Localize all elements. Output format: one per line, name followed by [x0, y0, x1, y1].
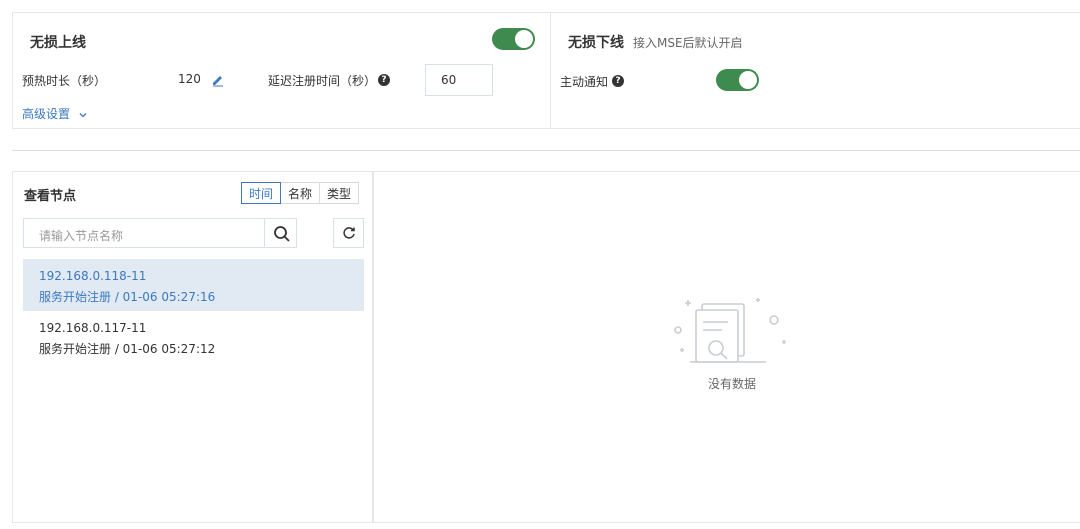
chevron-down-icon — [79, 112, 87, 117]
notify-toggle[interactable] — [716, 69, 759, 91]
graceful-online-toggle[interactable] — [492, 28, 535, 50]
refresh-button[interactable] — [333, 218, 364, 248]
search-button[interactable] — [264, 218, 297, 248]
advanced-settings-link[interactable]: 高级设置 — [22, 105, 88, 122]
node-ip: 192.168.0.118-11 — [39, 269, 147, 283]
search-placeholder: 请输入节点名称 — [39, 229, 124, 243]
warmup-value: 120 — [178, 72, 201, 86]
node-ip: 192.168.0.117-11 — [39, 321, 147, 335]
sort-tabs: 时间 名称 类型 — [241, 182, 360, 204]
empty-state-text: 没有数据 — [708, 377, 757, 391]
graceful-online-panel: 无损上线 预热时长（秒） 120 延迟注册时间（秒） ? 60 高级设置 — [12, 12, 550, 129]
node-detail-panel: 没有数据 — [373, 171, 1080, 523]
graceful-offline-title: 无损下线 — [568, 35, 624, 51]
help-icon[interactable]: ? — [612, 75, 624, 87]
list-item[interactable]: 192.168.0.118-11 服务开始注册 / 01-06 05:27:16 — [23, 259, 364, 311]
graceful-online-title: 无损上线 — [30, 35, 86, 51]
node-detail: 服务开始注册 / 01-06 05:27:16 — [39, 290, 216, 304]
graceful-offline-panel: 无损下线 接入MSE后默认开启 主动通知 ? — [550, 12, 1080, 129]
toggle-knob — [739, 71, 757, 89]
edit-icon[interactable] — [211, 73, 225, 87]
empty-data-icon — [674, 298, 786, 363]
list-item[interactable]: 192.168.0.117-11 服务开始注册 / 01-06 05:27:12 — [23, 311, 364, 363]
tab-name[interactable]: 名称 — [280, 182, 321, 204]
section-divider — [12, 150, 1080, 151]
notify-label: 主动通知 — [560, 75, 609, 89]
tab-type[interactable]: 类型 — [319, 182, 360, 204]
tab-time[interactable]: 时间 — [241, 182, 282, 204]
nodes-panel: 查看节点 时间 名称 类型 请输入节点名称 192.168.0.118-11 服… — [12, 171, 373, 523]
node-search-input[interactable]: 请输入节点名称 — [23, 218, 265, 248]
toggle-knob — [515, 30, 533, 48]
graceful-offline-subtitle: 接入MSE后默认开启 — [633, 36, 743, 50]
advanced-settings-label: 高级设置 — [22, 107, 71, 121]
help-icon[interactable]: ? — [378, 74, 390, 86]
delay-input-value: 60 — [441, 73, 457, 87]
warmup-label: 预热时长（秒） — [22, 74, 107, 88]
search-icon — [274, 226, 290, 242]
node-detail: 服务开始注册 / 01-06 05:27:12 — [39, 342, 216, 356]
nodes-title: 查看节点 — [24, 189, 77, 204]
delay-label: 延迟注册时间（秒） — [268, 74, 377, 88]
delay-input[interactable]: 60 — [425, 64, 493, 96]
refresh-icon — [343, 227, 355, 239]
